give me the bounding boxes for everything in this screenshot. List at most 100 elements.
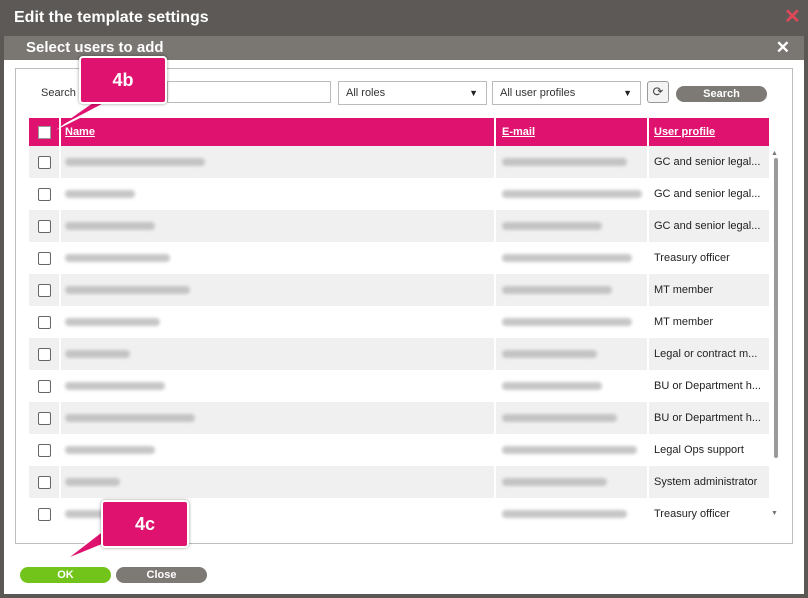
column-divider [494, 306, 496, 338]
user-profile-cell: Treasury officer [654, 508, 730, 520]
dialog-close-icon[interactable]: ✕ [776, 36, 790, 60]
row-checkbox[interactable] [38, 476, 51, 489]
column-divider [59, 306, 61, 338]
table-row[interactable]: GC and senior legal... [29, 210, 769, 242]
table-row[interactable]: BU or Department h... [29, 370, 769, 402]
user-profile-cell: GC and senior legal... [654, 220, 761, 232]
blurred-email [502, 190, 642, 198]
search-label: Search [41, 87, 76, 99]
table-row[interactable]: GC and senior legal... [29, 178, 769, 210]
blurred-email [502, 286, 612, 294]
search-button[interactable]: Search [676, 86, 767, 102]
blurred-name [65, 286, 190, 294]
row-checkbox[interactable] [38, 444, 51, 457]
table-row[interactable]: Treasury officer [29, 242, 769, 274]
column-header-user-profile[interactable]: User profile [654, 118, 715, 146]
scroll-thumb[interactable] [774, 158, 778, 458]
row-checkbox[interactable] [38, 412, 51, 425]
column-divider [494, 146, 496, 178]
column-divider [647, 466, 649, 498]
table-scrollbar[interactable]: ▲ ▼ [771, 150, 779, 522]
row-checkbox[interactable] [38, 188, 51, 201]
column-divider [59, 498, 61, 522]
callout-4c: 4c [101, 500, 189, 548]
scroll-down-icon[interactable]: ▼ [771, 510, 778, 517]
blurred-name [65, 222, 155, 230]
column-divider [494, 338, 496, 370]
column-divider [647, 338, 649, 370]
table-body: GC and senior legal... GC and senior lega… [29, 146, 769, 522]
user-profile-cell: Legal or contract m... [654, 348, 758, 360]
table-row[interactable]: GC and senior legal... [29, 146, 769, 178]
column-divider [494, 274, 496, 306]
table-row[interactable]: Legal Ops support [29, 434, 769, 466]
ok-button[interactable]: OK [20, 567, 111, 583]
user-profile-cell: System administrator [654, 476, 758, 488]
column-divider [494, 210, 496, 242]
column-divider [647, 370, 649, 402]
row-checkbox[interactable] [38, 508, 51, 521]
column-divider [59, 274, 61, 306]
user-profile-cell: GC and senior legal... [654, 156, 761, 168]
column-divider [59, 434, 61, 466]
column-divider [494, 118, 496, 146]
blurred-name [65, 190, 135, 198]
column-divider [59, 242, 61, 274]
user-profile-cell: Treasury officer [654, 252, 730, 264]
user-profile-cell: BU or Department h... [654, 412, 761, 424]
column-divider [647, 210, 649, 242]
row-checkbox[interactable] [38, 316, 51, 329]
user-profile-cell: Legal Ops support [654, 444, 744, 456]
user-profile-cell: BU or Department h... [654, 380, 761, 392]
user-profiles-select[interactable]: All user profiles ▼ [492, 81, 641, 105]
table-row[interactable]: BU or Department h... [29, 402, 769, 434]
user-profile-cell: MT member [654, 284, 714, 296]
column-divider [647, 498, 649, 522]
blurred-email [502, 414, 617, 422]
window-title-bar: Edit the template settings ✕ [0, 0, 808, 36]
blurred-email [502, 510, 627, 518]
user-profile-cell: GC and senior legal... [654, 188, 761, 200]
column-divider [59, 402, 61, 434]
window-title: Edit the template settings [14, 9, 209, 26]
column-divider [647, 178, 649, 210]
roles-select-value: All roles [346, 87, 386, 99]
search-input[interactable] [167, 81, 331, 103]
table-row[interactable]: System administrator [29, 466, 769, 498]
column-divider [59, 210, 61, 242]
column-header-name[interactable]: Name [65, 118, 95, 146]
refresh-button[interactable]: ⟳ [647, 81, 669, 103]
row-checkbox[interactable] [38, 348, 51, 361]
blurred-email [502, 254, 632, 262]
row-checkbox[interactable] [38, 380, 51, 393]
close-button[interactable]: Close [116, 567, 207, 583]
table-row[interactable]: MT member [29, 274, 769, 306]
blurred-email [502, 350, 597, 358]
column-divider [59, 338, 61, 370]
row-checkbox[interactable] [38, 252, 51, 265]
scroll-up-icon[interactable]: ▲ [771, 150, 778, 157]
roles-select[interactable]: All roles ▼ [338, 81, 487, 105]
blurred-email [502, 382, 602, 390]
column-header-email[interactable]: E-mail [502, 118, 535, 146]
table-row[interactable]: MT member [29, 306, 769, 338]
table-row[interactable]: Legal or contract m... [29, 338, 769, 370]
column-divider [494, 370, 496, 402]
column-divider [494, 434, 496, 466]
column-divider [647, 242, 649, 274]
column-divider [494, 402, 496, 434]
row-checkbox[interactable] [38, 156, 51, 169]
row-checkbox[interactable] [38, 220, 51, 233]
table-header: Name E-mail User profile [29, 118, 769, 146]
select-all-checkbox[interactable] [38, 126, 51, 139]
row-checkbox[interactable] [38, 284, 51, 297]
column-divider [494, 242, 496, 274]
callout-4b: 4b [79, 56, 167, 104]
column-divider [494, 466, 496, 498]
column-divider [647, 306, 649, 338]
chevron-down-icon: ▼ [623, 88, 632, 98]
column-divider [59, 118, 61, 146]
column-divider [647, 402, 649, 434]
window-close-icon[interactable]: ✕ [784, 7, 801, 27]
blurred-email [502, 158, 627, 166]
